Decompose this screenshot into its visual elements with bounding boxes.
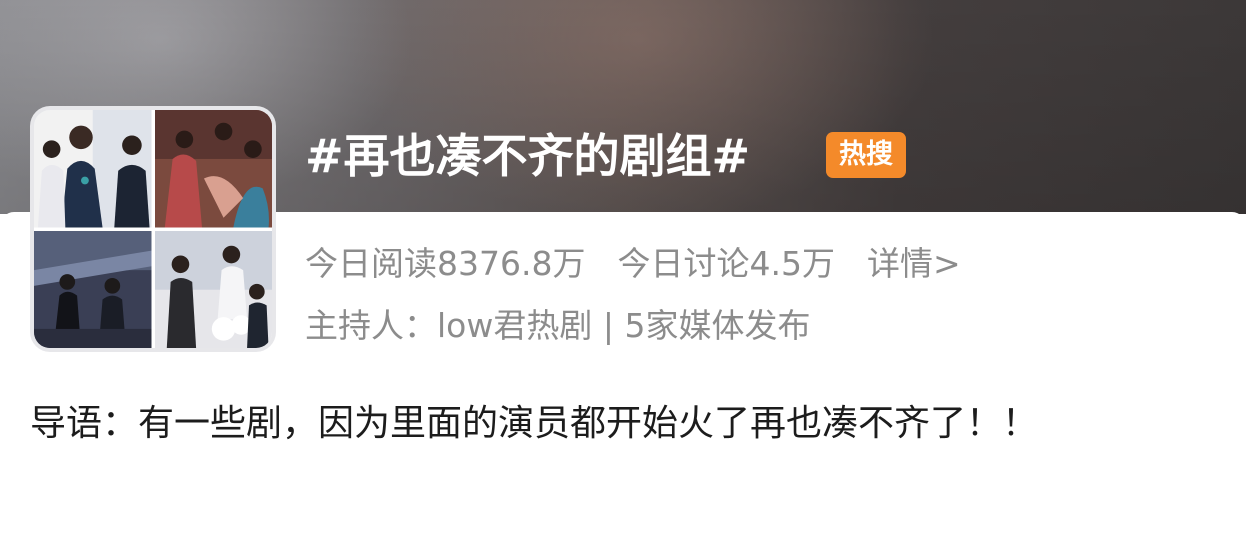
topic-title: #再也凑不齐的剧组#: [305, 129, 751, 183]
details-link[interactable]: 详情>: [867, 240, 961, 288]
cover-collage: [34, 110, 272, 348]
today-discussions: 今日讨论4.5万: [617, 244, 835, 283]
topic-cover-image[interactable]: [30, 106, 276, 352]
cover-photo-3: [34, 230, 152, 348]
today-reads: 今日阅读8376.8万: [305, 244, 586, 283]
hot-search-badge: 热搜: [826, 132, 906, 178]
cover-photo-2: [154, 110, 272, 228]
topic-stats: 今日阅读8376.8万 今日讨论4.5万 详情>: [305, 240, 961, 288]
cover-photo-4: [154, 230, 272, 348]
topic-intro: 导语：有一些剧，因为里面的演员都开始火了再也凑不齐了！！: [30, 403, 1039, 444]
cover-photo-1: [34, 110, 152, 228]
host-and-media-line[interactable]: 主持人：low君热剧 | 5家媒体发布: [305, 302, 810, 350]
